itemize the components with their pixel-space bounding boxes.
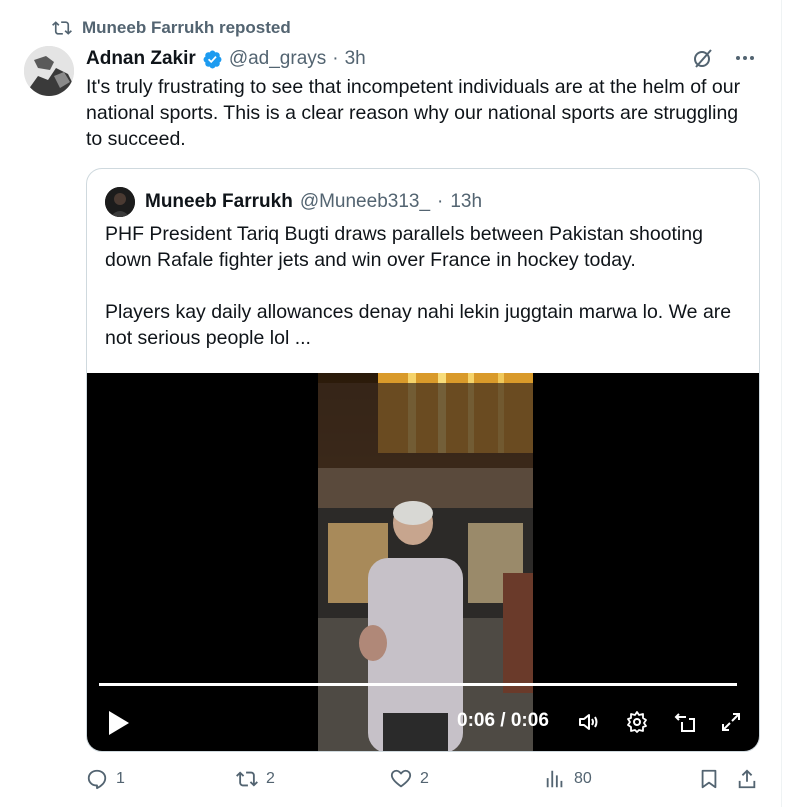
avatar-image bbox=[24, 46, 74, 96]
bookmark-button[interactable] bbox=[698, 768, 720, 790]
views-button[interactable]: 80 bbox=[544, 768, 592, 790]
video-player[interactable]: 0:06 / 0:06 bbox=[87, 373, 759, 751]
quoted-author-handle: @Muneeb313_ bbox=[299, 191, 431, 212]
view-count: 80 bbox=[574, 770, 592, 787]
video-thumbnail bbox=[318, 373, 533, 751]
quoted-tweet-header: Muneeb Farrukh @Muneeb313_ · 13h bbox=[105, 187, 482, 217]
play-icon[interactable] bbox=[107, 709, 131, 737]
separator-dot: · bbox=[437, 191, 444, 212]
like-count: 2 bbox=[420, 770, 429, 787]
repost-icon bbox=[52, 21, 72, 35]
quoted-timestamp: 13h bbox=[450, 191, 483, 212]
views-chart-icon bbox=[546, 770, 563, 788]
volume-icon[interactable] bbox=[577, 710, 601, 734]
repost-label: Muneeb Farrukh reposted bbox=[82, 18, 291, 37]
repost-icon bbox=[236, 771, 258, 787]
avatar[interactable] bbox=[24, 46, 74, 96]
video-progress-bar[interactable] bbox=[99, 683, 737, 686]
quoted-text-paragraph: PHF President Tariq Bugti draws parallel… bbox=[105, 223, 703, 271]
author-name[interactable]: Adnan Zakir bbox=[86, 48, 196, 70]
tweet-timestamp[interactable]: 3h bbox=[345, 48, 366, 70]
repost-context[interactable]: Muneeb Farrukh reposted bbox=[52, 18, 291, 38]
bookmark-icon bbox=[701, 769, 717, 789]
tweet-header: Adnan Zakir @ad_grays · 3h bbox=[86, 44, 757, 74]
tweet-text: It's truly frustrating to see that incom… bbox=[86, 76, 741, 150]
fullscreen-icon[interactable] bbox=[719, 710, 743, 734]
share-icon bbox=[738, 769, 756, 789]
quoted-text-paragraph: Players kay daily allowances denay nahi … bbox=[105, 301, 732, 349]
quoted-avatar bbox=[105, 187, 135, 217]
quoted-avatar-image bbox=[105, 187, 135, 217]
picture-in-picture-icon[interactable] bbox=[673, 710, 697, 734]
quoted-tweet[interactable]: Muneeb Farrukh @Muneeb313_ · 13h PHF Pre… bbox=[86, 168, 760, 752]
repost-button[interactable]: 2 bbox=[236, 768, 275, 790]
tweet-container: Muneeb Farrukh reposted Adnan Zakir @ad_… bbox=[0, 0, 782, 807]
more-options-icon[interactable] bbox=[733, 46, 757, 70]
settings-gear-icon[interactable] bbox=[625, 710, 649, 734]
reply-icon bbox=[87, 769, 107, 790]
quoted-tweet-text: PHF President Tariq Bugti draws parallel… bbox=[105, 221, 745, 351]
verified-badge-icon[interactable] bbox=[202, 49, 223, 70]
video-controls: 0:06 / 0:06 bbox=[87, 705, 759, 741]
reply-button[interactable]: 1 bbox=[86, 768, 125, 790]
grok-icon[interactable] bbox=[691, 46, 715, 70]
heart-icon bbox=[390, 769, 412, 788]
tweet-actions: 1 2 2 80 bbox=[86, 768, 762, 794]
quoted-author-name: Muneeb Farrukh bbox=[145, 191, 293, 212]
author-handle[interactable]: @ad_grays bbox=[229, 48, 326, 70]
video-progress-fill bbox=[99, 683, 737, 686]
like-button[interactable]: 2 bbox=[390, 768, 429, 790]
share-button[interactable] bbox=[736, 768, 758, 790]
repost-count: 2 bbox=[266, 770, 275, 787]
video-frame bbox=[318, 373, 533, 751]
reply-count: 1 bbox=[116, 770, 125, 787]
video-time-readout: 0:06 / 0:06 bbox=[457, 710, 549, 731]
header-actions bbox=[691, 46, 757, 70]
separator-dot: · bbox=[332, 48, 339, 69]
